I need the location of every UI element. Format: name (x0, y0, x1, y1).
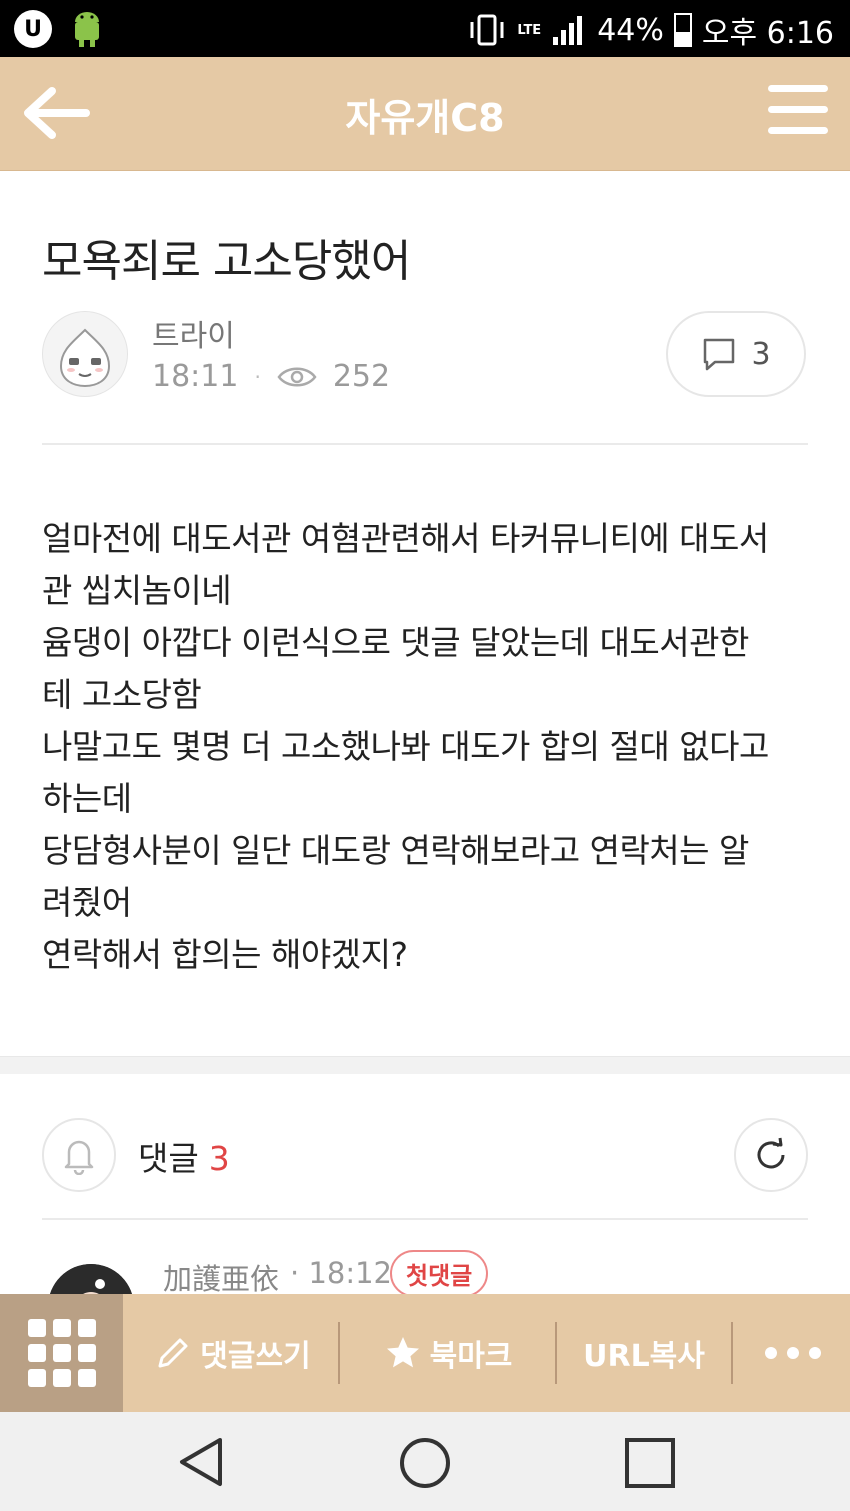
pencil-icon (158, 1338, 188, 1368)
nav-home-icon[interactable] (398, 1436, 452, 1490)
comments-label: 댓글 (138, 1139, 199, 1178)
battery-icon (673, 13, 692, 47)
board-title: 자유개C8 (345, 96, 505, 140)
bell-icon (64, 1140, 94, 1175)
clock: 오후 6:16 (701, 16, 834, 51)
post-time: 18:11 (152, 359, 239, 394)
bottom-action-bar: 댓글쓰기 북마크 URL복사 (0, 1294, 850, 1412)
refresh-icon (757, 1137, 785, 1169)
comment-author[interactable]: 加護亜依 (163, 1256, 279, 1298)
separator (731, 1322, 733, 1384)
comments-count: 3 (208, 1139, 230, 1178)
hamburger-menu-icon[interactable] (768, 85, 828, 141)
first-comment-badge: 첫댓글 (390, 1250, 489, 1297)
nav-back-icon[interactable] (176, 1436, 226, 1488)
battery-percent: 44% (597, 12, 664, 48)
separator (338, 1322, 340, 1384)
notification-bell-button[interactable] (42, 1118, 116, 1192)
divider (42, 1218, 808, 1220)
carrier-logo-icon: U (14, 10, 52, 48)
post-meta: 18:11 · 252 (152, 359, 390, 394)
status-left-icons: U (14, 10, 104, 48)
vibrate-icon (470, 14, 504, 46)
system-nav-bar (0, 1412, 850, 1511)
default-avatar-icon (59, 328, 111, 388)
copy-url-label: URL복사 (583, 1339, 705, 1374)
status-right-icons: LTE 44% 오후 6:16 (467, 8, 834, 52)
write-comment-button[interactable]: 댓글쓰기 (130, 1294, 335, 1412)
post-author[interactable]: 트라이 (152, 311, 235, 355)
copy-url-button[interactable]: URL복사 (559, 1294, 729, 1412)
comment-bubble-icon (704, 338, 735, 371)
refresh-button[interactable] (734, 1118, 808, 1192)
comment-time-value: 18:12 (308, 1256, 393, 1290)
post: 모욕죄로 고소당했어 트라이 18:11 · 252 3 얼마전에 대도서관 여… (0, 171, 850, 1056)
comment-count-value: 3 (751, 336, 771, 372)
more-dots-icon (764, 1347, 821, 1359)
bookmark-label: 북마크 (429, 1339, 513, 1374)
meta-dot: · (254, 364, 261, 389)
nav-recents-icon[interactable] (623, 1436, 677, 1490)
signal-icon (553, 16, 583, 45)
post-views: 252 (332, 359, 391, 394)
write-comment-label: 댓글쓰기 (200, 1339, 311, 1374)
grid-menu-button[interactable] (0, 1294, 123, 1412)
author-avatar[interactable] (42, 311, 128, 397)
star-icon (386, 1337, 419, 1368)
android-debug-icon (75, 12, 99, 47)
network-type-label: LTE (517, 22, 542, 38)
divider (42, 443, 808, 445)
bookmark-button[interactable]: 북마크 (342, 1294, 554, 1412)
post-body: 얼마전에 대도서관 여혐관련해서 타커뮤니티에 대도서 관 씹치놈이네 윰댕이 … (42, 519, 769, 974)
app-bar: 자유개C8 (0, 57, 850, 171)
more-options-button[interactable] (735, 1294, 850, 1412)
eye-icon (277, 367, 317, 386)
comments-header: 댓글 3 (138, 1132, 230, 1180)
comments-section: 댓글 3 加護亜依 · 18:12 첫댓글 (0, 1074, 850, 1350)
separator (555, 1322, 557, 1384)
comment-time: · 18:12 (290, 1256, 393, 1290)
section-gap (0, 1056, 850, 1075)
comment-count-button[interactable]: 3 (666, 311, 806, 397)
status-bar: U LTE 44% 오후 6:16 (0, 0, 850, 57)
post-title: 모욕죄로 고소당했어 (42, 236, 411, 287)
